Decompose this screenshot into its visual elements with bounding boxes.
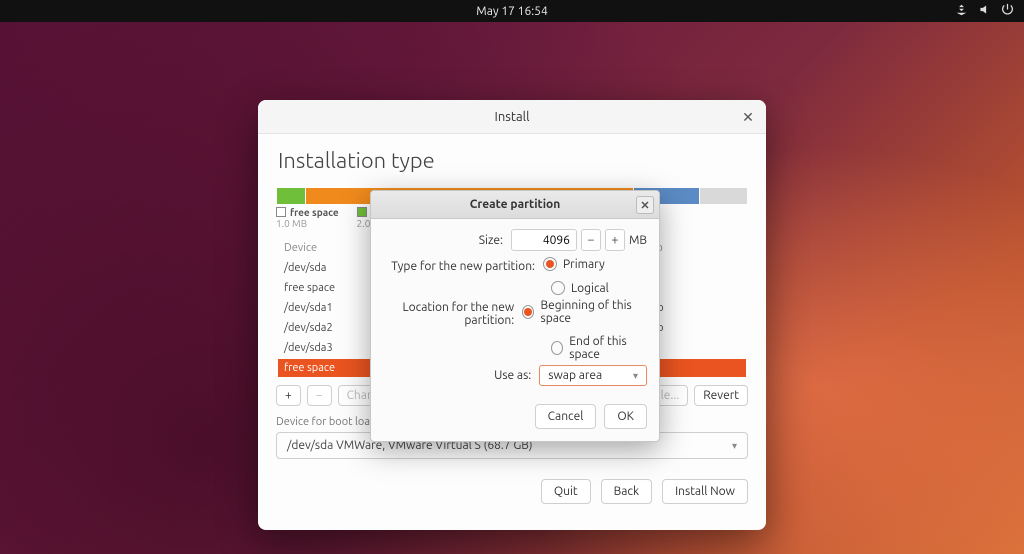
volume-icon[interactable]	[978, 3, 991, 19]
dialog-close-icon[interactable]: ✕	[636, 196, 654, 214]
useas-value: swap area	[548, 369, 602, 382]
radio-icon	[543, 257, 557, 271]
useas-label: Use as:	[383, 369, 539, 382]
network-icon[interactable]	[955, 3, 968, 19]
partition-type-label: Type for the new partition:	[383, 260, 543, 273]
disk-segment	[277, 188, 305, 204]
close-icon[interactable]: ✕	[738, 107, 758, 127]
page-title: Installation type	[278, 148, 748, 173]
size-decrement-button[interactable]: −	[581, 229, 601, 251]
size-input[interactable]	[511, 229, 577, 251]
cancel-button[interactable]: Cancel	[535, 404, 597, 429]
back-button[interactable]: Back	[601, 479, 652, 504]
partition-location-label: Location for the new partition:	[383, 301, 522, 327]
add-partition-button[interactable]: +	[276, 385, 301, 406]
useas-select[interactable]: swap area ▾	[539, 365, 647, 386]
system-tray	[955, 3, 1014, 19]
window-titlebar: Install ✕	[258, 100, 766, 134]
install-now-button[interactable]: Install Now	[662, 479, 748, 504]
chevron-down-icon: ▾	[732, 440, 737, 452]
radio-icon	[551, 341, 563, 355]
size-increment-button[interactable]: +	[605, 229, 625, 251]
power-icon[interactable]	[1001, 3, 1014, 19]
revert-button[interactable]: Revert	[694, 385, 748, 406]
quit-button[interactable]: Quit	[541, 479, 591, 504]
chevron-down-icon: ▾	[633, 370, 638, 382]
radio-beginning[interactable]: Beginning of this space	[522, 299, 647, 325]
window-title: Install	[495, 110, 530, 124]
dialog-title: Create partition	[470, 198, 561, 211]
top-bar: May 17 16:54	[0, 0, 1024, 22]
size-unit: MB	[629, 234, 647, 247]
remove-partition-button[interactable]: −	[307, 385, 332, 406]
size-label: Size:	[383, 234, 511, 247]
radio-end[interactable]: End of this space	[551, 335, 647, 361]
legend-item: free space1.0 MB	[276, 207, 339, 229]
radio-logical[interactable]: Logical	[551, 281, 647, 295]
ok-button[interactable]: OK	[604, 404, 647, 429]
disk-segment	[700, 188, 747, 204]
create-partition-dialog: Create partition ✕ Size: − + MB Type for…	[370, 190, 660, 442]
wizard-footer: Quit Back Install Now	[276, 479, 748, 504]
clock: May 17 16:54	[476, 5, 547, 18]
dialog-titlebar: Create partition ✕	[371, 191, 659, 219]
radio-primary[interactable]: Primary	[543, 257, 605, 271]
radio-icon	[522, 305, 534, 319]
radio-icon	[551, 281, 565, 295]
